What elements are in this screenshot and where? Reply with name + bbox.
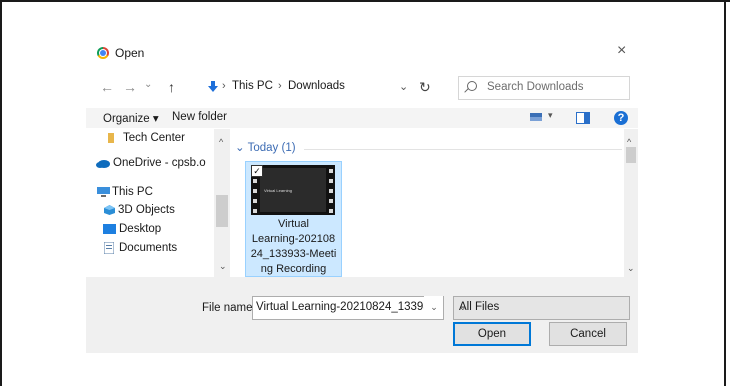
breadcrumb-this-pc[interactable]: This PC (232, 80, 273, 92)
selection-checkbox[interactable]: ✓ (251, 165, 263, 177)
documents-icon (104, 242, 114, 254)
back-arrow-icon[interactable]: ← (100, 79, 114, 95)
breadcrumb-downloads[interactable]: Downloads (288, 80, 345, 92)
thumbnail-preview: Virtual Learning (260, 168, 326, 212)
sidebar-item-label: 3D Objects (118, 204, 175, 216)
command-toolbar: Organize ▾ New folder ▾ ? (86, 108, 638, 128)
video-thumbnail: Virtual Learning ✓ (251, 165, 335, 215)
navigation-bar: ← → ⌄ ↑ › This PC › Downloads ⌄ ↻ Search… (86, 75, 638, 101)
file-name-line: 24_133933-Meeti (250, 248, 337, 260)
downloads-location-icon (208, 81, 218, 92)
frame-border-top (0, 0, 730, 2)
open-file-dialog: Open × ← → ⌄ ↑ › This PC › Downloads ⌄ ↻… (86, 37, 638, 353)
file-name-dropdown-icon[interactable]: ⌄ (424, 296, 443, 318)
thumbnail-caption: Virtual Learning (264, 188, 292, 193)
chrome-app-icon (97, 47, 109, 59)
forward-arrow-icon[interactable]: → (123, 79, 137, 95)
recent-locations-chevron-icon[interactable]: ⌄ (144, 77, 152, 93)
open-button[interactable]: Open (453, 322, 531, 346)
sidebar-item-label: Desktop (119, 223, 162, 235)
frame-border-left (0, 0, 2, 386)
sidebar-item-label: OneDrive - cpsb.o (113, 157, 206, 169)
file-name-line: ng Recording (260, 263, 327, 275)
file-name-label: Virtual Learning-202108 24_133933-Meeti … (248, 217, 339, 277)
new-folder-button[interactable]: New folder (172, 111, 227, 123)
path-separator-icon: › (278, 80, 282, 92)
sidebar-item-label: This PC (112, 186, 153, 198)
address-dropdown-icon[interactable]: ⌄ (399, 80, 408, 93)
file-name-input-value: Virtual Learning-20210824_133933-M (256, 301, 444, 313)
navigation-pane-scroll-thumb[interactable] (216, 195, 228, 227)
search-icon (467, 81, 477, 91)
onedrive-icon (96, 160, 110, 168)
file-type-select[interactable]: All Files ⌄ (453, 296, 630, 320)
group-header-today[interactable]: ⌄ Today (1) (235, 140, 296, 154)
scroll-down-icon[interactable]: ⌄ (219, 261, 227, 272)
search-box[interactable]: Search Downloads (458, 76, 630, 100)
3d-objects-icon (104, 205, 115, 215)
group-divider (304, 149, 622, 150)
scroll-up-icon[interactable]: ^ (627, 137, 631, 147)
refresh-icon[interactable]: ↻ (419, 79, 431, 96)
file-name-field-label: File name: (202, 302, 256, 314)
film-strip-right (327, 165, 335, 215)
file-type-dropdown-icon: ⌄ (459, 302, 467, 312)
title-bar: Open × (86, 37, 638, 69)
folder-icon (108, 133, 114, 143)
frame-border-right (724, 0, 726, 386)
path-separator-icon: › (222, 80, 226, 92)
sidebar-item-label: Tech Center (123, 132, 186, 144)
view-options-dropdown-icon[interactable]: ▾ (548, 110, 553, 121)
file-item[interactable]: Virtual Learning ✓ Virtual Learning-2021… (245, 161, 342, 277)
help-icon[interactable]: ? (614, 111, 628, 125)
file-name-input[interactable]: Virtual Learning-20210824_133933-M (252, 296, 444, 320)
navigation-pane: Tech Center OneDrive - cpsb.o This PC 3D… (86, 129, 230, 277)
dialog-title: Open (115, 46, 145, 60)
preview-pane-icon[interactable] (576, 112, 590, 124)
close-icon[interactable]: × (617, 43, 626, 59)
scroll-down-icon[interactable]: ⌄ (627, 263, 635, 274)
cancel-button[interactable]: Cancel (549, 322, 627, 346)
file-name-line: Virtual (278, 218, 309, 230)
up-arrow-icon[interactable]: ↑ (168, 79, 175, 95)
desktop-icon (103, 224, 116, 234)
search-placeholder: Search Downloads (487, 81, 584, 93)
computer-icon (97, 187, 110, 197)
sidebar-item-label: Documents (119, 242, 178, 254)
file-name-line: Learning-202108 (251, 233, 336, 245)
scroll-up-icon[interactable]: ^ (219, 137, 223, 147)
organize-button[interactable]: Organize ▾ (103, 111, 159, 125)
change-view-icon[interactable] (530, 113, 542, 121)
file-list-scroll-thumb[interactable] (626, 147, 636, 163)
